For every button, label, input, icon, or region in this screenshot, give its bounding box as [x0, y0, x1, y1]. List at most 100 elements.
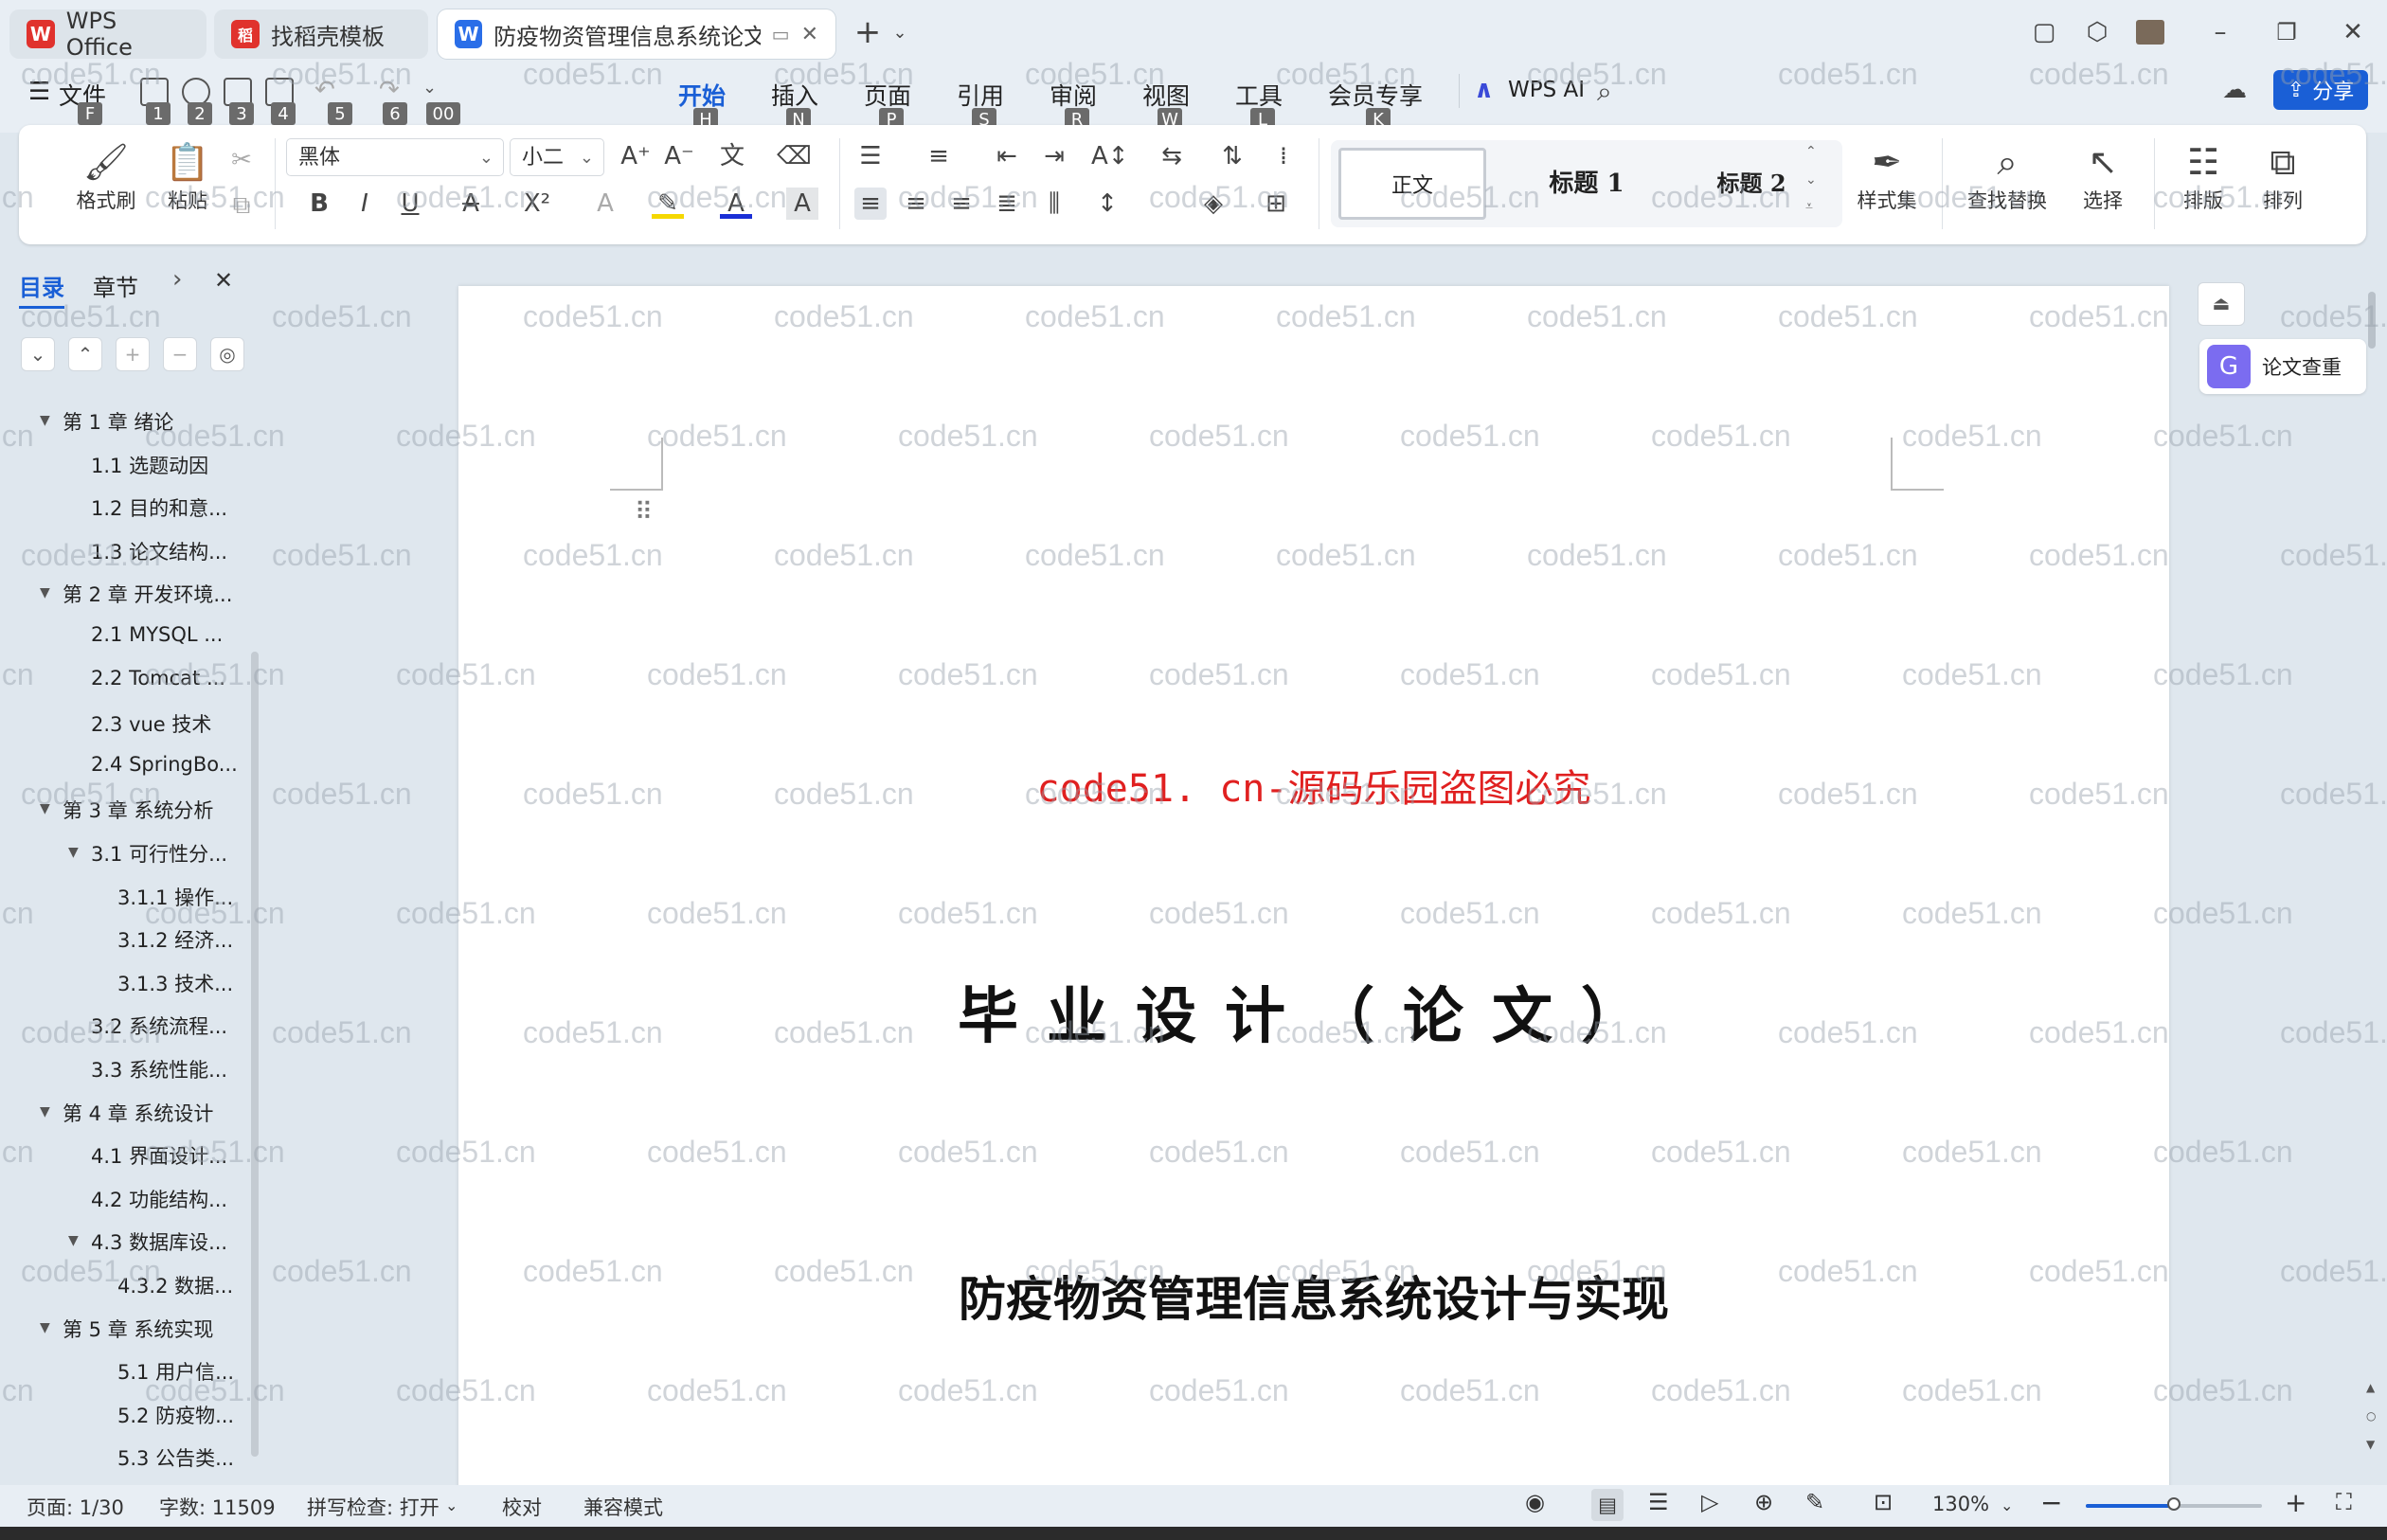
zoom-thumb[interactable] — [2167, 1497, 2181, 1511]
toc-item[interactable]: 第 1 章 绪论 — [63, 407, 173, 436]
cut-icon[interactable]: ✂ — [225, 144, 258, 176]
toc-item[interactable]: 第 5 章 系统实现 — [63, 1315, 213, 1343]
chevron-right-icon[interactable]: › — [172, 265, 182, 294]
drag-handle-icon[interactable]: ⠿ — [635, 498, 653, 527]
menu-icon[interactable]: ☰ — [28, 78, 50, 106]
paper-check-button[interactable]: G 论文查重 — [2199, 339, 2366, 394]
spell-check[interactable]: 拼写检查: 打开 — [307, 1493, 440, 1521]
style-set-button[interactable]: ✒ 样式集 — [1840, 138, 1934, 214]
chevron-down-icon[interactable]: ⌄ — [2001, 1496, 2013, 1514]
fit-page-icon[interactable]: ⊡ — [1874, 1489, 1893, 1515]
grow-font-icon[interactable]: A⁺ — [619, 140, 652, 172]
tab-review[interactable]: 审阅 — [1050, 78, 1097, 112]
paste-button[interactable]: 📋 粘贴 — [150, 138, 225, 214]
toc-item[interactable]: 3.1.2 经济... — [117, 925, 233, 954]
toc-item[interactable]: 3.3 系统性能... — [91, 1055, 227, 1083]
toc-item[interactable]: 4.2 功能结构... — [91, 1185, 227, 1213]
collapse-triangle-icon[interactable]: ▼ — [40, 585, 50, 600]
zoom-level[interactable]: 130% — [1932, 1493, 1989, 1515]
text-direction-icon[interactable]: A↕ — [1091, 140, 1129, 172]
outline-view-icon[interactable]: ☰ — [1648, 1489, 1669, 1515]
search-icon[interactable]: ⌕ — [1597, 76, 1612, 108]
char-shading-icon[interactable]: A — [786, 188, 818, 220]
align-center-icon[interactable]: ≡ — [900, 188, 932, 220]
font-color-icon[interactable]: A — [720, 188, 752, 219]
phonetic-icon[interactable]: 文 — [716, 140, 748, 172]
toc-item[interactable]: 4.1 界面设计... — [91, 1141, 227, 1170]
window-icon[interactable]: ▢ — [2025, 13, 2063, 51]
toc-item[interactable]: 3.2 系统流程... — [91, 1012, 227, 1040]
tab-home[interactable]: 开始 — [678, 78, 726, 112]
superscript-icon[interactable]: X² — [521, 188, 553, 220]
align-left-icon[interactable]: ≡ — [854, 188, 887, 220]
tab-view[interactable]: 视图 — [1142, 78, 1190, 112]
find-replace-button[interactable]: ⌕ 查找替换 — [1955, 138, 2059, 214]
word-count[interactable]: 字数: 11509 — [159, 1493, 276, 1521]
remove-heading-icon[interactable]: − — [163, 337, 197, 371]
justify-icon[interactable]: ≣ — [991, 188, 1023, 220]
collapse-panel-icon[interactable]: ⏏ — [2198, 282, 2245, 326]
cloud-icon[interactable]: ☁ — [2222, 76, 2247, 104]
zoom-slider[interactable] — [2086, 1497, 2262, 1511]
tab-document[interactable]: W 防疫物资管理信息系统论文.do ▭ ✕ — [438, 9, 835, 59]
bold-icon[interactable]: B — [303, 188, 335, 220]
line-spacing-icon[interactable]: ↕ — [1091, 188, 1123, 220]
expand-all-icon[interactable]: ⌄ — [21, 337, 55, 371]
font-name-select[interactable]: 黑体 ⌄ — [286, 138, 504, 176]
text-effect-icon[interactable]: A — [589, 188, 621, 220]
toc-item[interactable]: 4.3.2 数据... — [117, 1271, 233, 1299]
tab-tools[interactable]: 工具 — [1235, 78, 1283, 112]
toc-item[interactable]: 1.3 论文结构... — [91, 537, 227, 565]
format-painter-button[interactable]: 🖌 格式刷 — [68, 138, 144, 214]
pen-icon[interactable]: ✎ — [1805, 1489, 1824, 1515]
style-heading1[interactable]: 标题 1 — [1511, 148, 1662, 220]
italic-icon[interactable]: I — [349, 188, 381, 220]
decrease-indent-icon[interactable]: ⇤ — [991, 140, 1023, 172]
expand-icon[interactable]: ⩡ — [1805, 199, 1813, 214]
toc-item[interactable]: 2.3 vue 技术 — [91, 709, 211, 738]
convert-icon[interactable]: ⇆ — [1156, 140, 1188, 172]
toc-item[interactable]: 5.1 用户信... — [117, 1357, 234, 1386]
toc-item[interactable]: 第 2 章 开发环境... — [63, 580, 232, 608]
toc-item[interactable]: 3.1.1 操作... — [117, 883, 233, 911]
tab-member[interactable]: 会员专享 — [1328, 78, 1423, 112]
fullscreen-icon[interactable]: ⛶ — [2336, 1489, 2352, 1515]
collapse-triangle-icon[interactable]: ▼ — [40, 413, 50, 428]
close-icon[interactable]: ✕ — [214, 267, 233, 294]
tab-chapter[interactable]: 章节 — [93, 269, 138, 302]
close-button[interactable]: ✕ — [2334, 13, 2372, 51]
highlight-icon[interactable]: ✎ — [652, 188, 684, 219]
bullet-list-icon[interactable]: ☰ — [854, 140, 887, 172]
page-count[interactable]: 页面: 1/30 — [27, 1493, 124, 1521]
toc-item[interactable]: 5.2 防疫物... — [117, 1401, 234, 1429]
layout-button[interactable]: ☷ 排版 — [2165, 138, 2241, 214]
strikethrough-icon[interactable]: A — [455, 188, 487, 220]
web-view-icon[interactable]: ⊕ — [1754, 1489, 1773, 1515]
toc-item[interactable]: 2.1 MYSQL ... — [91, 623, 223, 646]
play-icon[interactable]: ▷ — [1701, 1489, 1718, 1515]
toc-item[interactable]: 4.3 数据库设... — [91, 1227, 227, 1256]
share-button[interactable]: ⇪ 分享 — [2273, 70, 2368, 110]
proofread-button[interactable]: 校对 — [502, 1493, 542, 1521]
chevron-down-icon[interactable]: ⌄ — [445, 1496, 458, 1514]
tab-references[interactable]: 引用 — [957, 78, 1004, 112]
collapse-triangle-icon[interactable]: ▼ — [68, 845, 79, 860]
chevron-down-icon[interactable]: ⌄ — [422, 78, 437, 98]
toc-item[interactable]: 1.2 目的和意... — [91, 493, 227, 522]
page-view-icon[interactable]: ▤ — [1591, 1489, 1624, 1521]
tab-page[interactable]: 页面 — [864, 78, 911, 112]
clear-format-icon[interactable]: ⌫ — [777, 140, 812, 172]
border-icon[interactable]: ⊞ — [1260, 188, 1292, 220]
style-normal[interactable]: 正文 — [1338, 148, 1486, 220]
toc-item[interactable]: 2.4 SpringBo... — [91, 753, 238, 776]
chevron-down-icon[interactable]: ⌄ — [1805, 172, 1817, 188]
select-button[interactable]: ↖ 选择 — [2065, 138, 2141, 214]
avatar[interactable] — [2131, 13, 2169, 51]
tab-wps-office[interactable]: W WPS Office — [9, 8, 206, 61]
scrollbar[interactable] — [251, 652, 259, 1457]
restore-button[interactable]: ❐ — [2268, 13, 2306, 51]
tab-toc[interactable]: 目录 — [19, 269, 64, 309]
toc-item[interactable]: 第 4 章 系统设计 — [63, 1099, 213, 1127]
chevron-down-icon[interactable]: ⌄ — [881, 13, 919, 51]
distribute-icon[interactable]: ⫼ — [1038, 188, 1070, 220]
